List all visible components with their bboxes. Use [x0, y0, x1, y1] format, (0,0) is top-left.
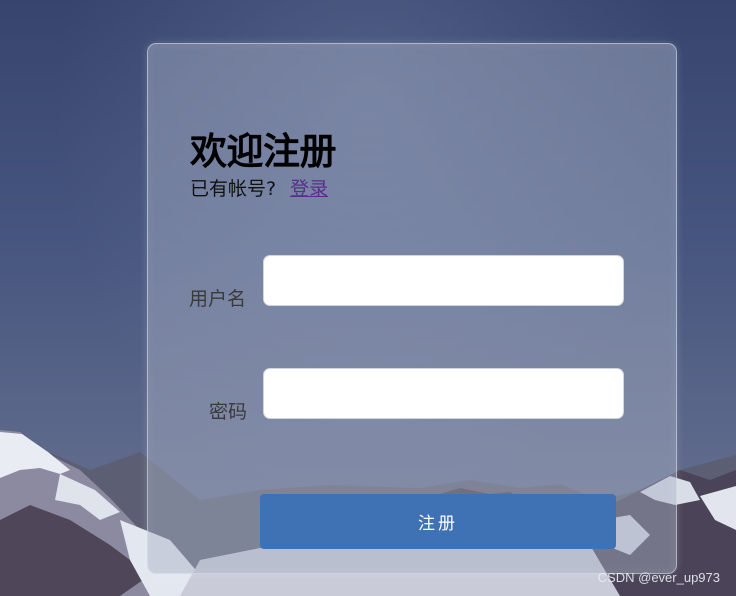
- username-input[interactable]: [263, 255, 624, 306]
- login-link[interactable]: 登录: [290, 178, 328, 200]
- login-prompt-text: 已有帐号?: [190, 178, 277, 200]
- password-input[interactable]: [263, 368, 624, 419]
- watermark: CSDN @ever_up973: [597, 570, 720, 585]
- login-hint: 已有帐号? 登录: [190, 176, 328, 202]
- register-button[interactable]: 注册: [260, 494, 616, 549]
- register-card: 欢迎注册 已有帐号? 登录 用户名 密码 注册: [147, 43, 677, 574]
- password-label: 密码: [209, 401, 248, 423]
- username-label: 用户名: [189, 288, 247, 310]
- page-title: 欢迎注册: [190, 130, 337, 173]
